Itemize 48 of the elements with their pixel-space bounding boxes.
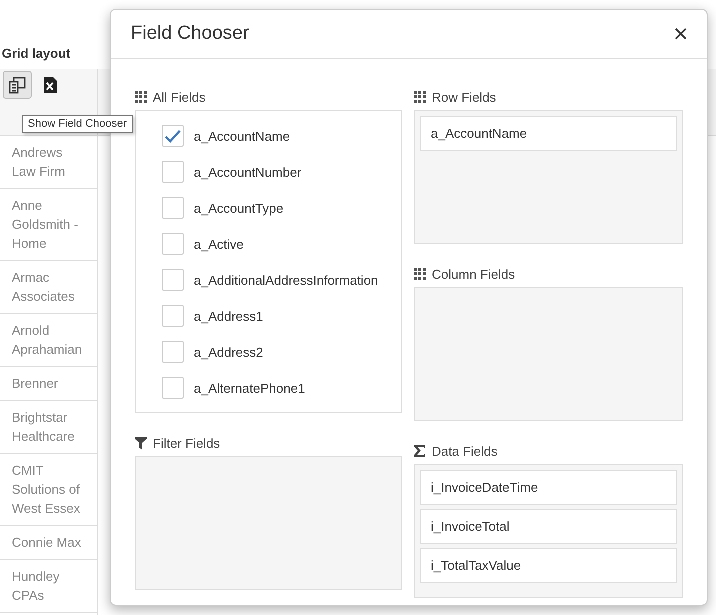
field-chip[interactable]: i_TotalTaxValue xyxy=(420,548,677,583)
grid-icon xyxy=(414,268,426,280)
field-chip[interactable]: i_InvoiceDateTime xyxy=(420,470,677,505)
grid-cell: Arnold Aprahamian xyxy=(0,314,97,367)
close-icon xyxy=(675,28,687,40)
checkbox[interactable] xyxy=(162,377,184,399)
field-chip[interactable]: i_InvoiceTotal xyxy=(420,509,677,544)
field-name: a_AdditionalAddressInformation xyxy=(194,272,378,288)
field-name: a_AccountNumber xyxy=(194,164,302,180)
sum-icon xyxy=(414,445,426,457)
area-label: Column Fields xyxy=(432,266,516,282)
field-name: a_AlternatePhone1 xyxy=(194,380,306,396)
grid-cell: Hundley CPAs xyxy=(0,560,97,613)
excel-file-icon xyxy=(44,77,57,93)
grid-cell: Connie Max xyxy=(0,526,97,560)
field-chooser-icon xyxy=(9,76,26,94)
checkbox[interactable] xyxy=(162,161,184,183)
grid-icon xyxy=(135,91,147,103)
tooltip: Show Field Chooser xyxy=(22,115,134,133)
checkbox[interactable] xyxy=(162,305,184,327)
area-label: Data Fields xyxy=(432,444,498,458)
checkbox[interactable] xyxy=(162,125,184,147)
filter-icon xyxy=(135,436,147,450)
field-name: a_Address1 xyxy=(194,308,264,324)
check-icon xyxy=(165,130,181,142)
grid-cell: Armac Associates xyxy=(0,261,97,314)
grid-icon xyxy=(414,91,426,103)
grid-cell: Brenner xyxy=(0,367,97,401)
checkbox[interactable] xyxy=(162,233,184,255)
grid-cell: CMIT Solutions of West Essex xyxy=(0,454,97,526)
area-label: Row Fields xyxy=(432,90,496,104)
checkbox[interactable] xyxy=(162,341,184,363)
grid-cell: Brightstar Healthcare xyxy=(0,401,97,454)
field-chip[interactable]: a_AccountName xyxy=(420,116,677,151)
dialog-title: Field Chooser xyxy=(131,23,250,45)
grid-cell: Andrews Law Firm xyxy=(0,136,97,189)
close-button[interactable] xyxy=(673,26,689,42)
field-name: a_Address2 xyxy=(194,344,264,360)
area-label: Filter Fields xyxy=(153,436,220,450)
grid-layout-title: Grid layout xyxy=(2,46,71,61)
field-chooser-button[interactable] xyxy=(3,71,32,99)
field-name: a_Active xyxy=(194,236,244,252)
checkbox[interactable] xyxy=(162,197,184,219)
area-label: All Fields xyxy=(153,90,206,104)
checkbox[interactable] xyxy=(162,269,184,291)
field-name: a_AccountName xyxy=(194,128,290,144)
grid-cell: Anne Goldsmith - Home xyxy=(0,189,97,261)
field-name: a_AccountType xyxy=(194,200,284,216)
